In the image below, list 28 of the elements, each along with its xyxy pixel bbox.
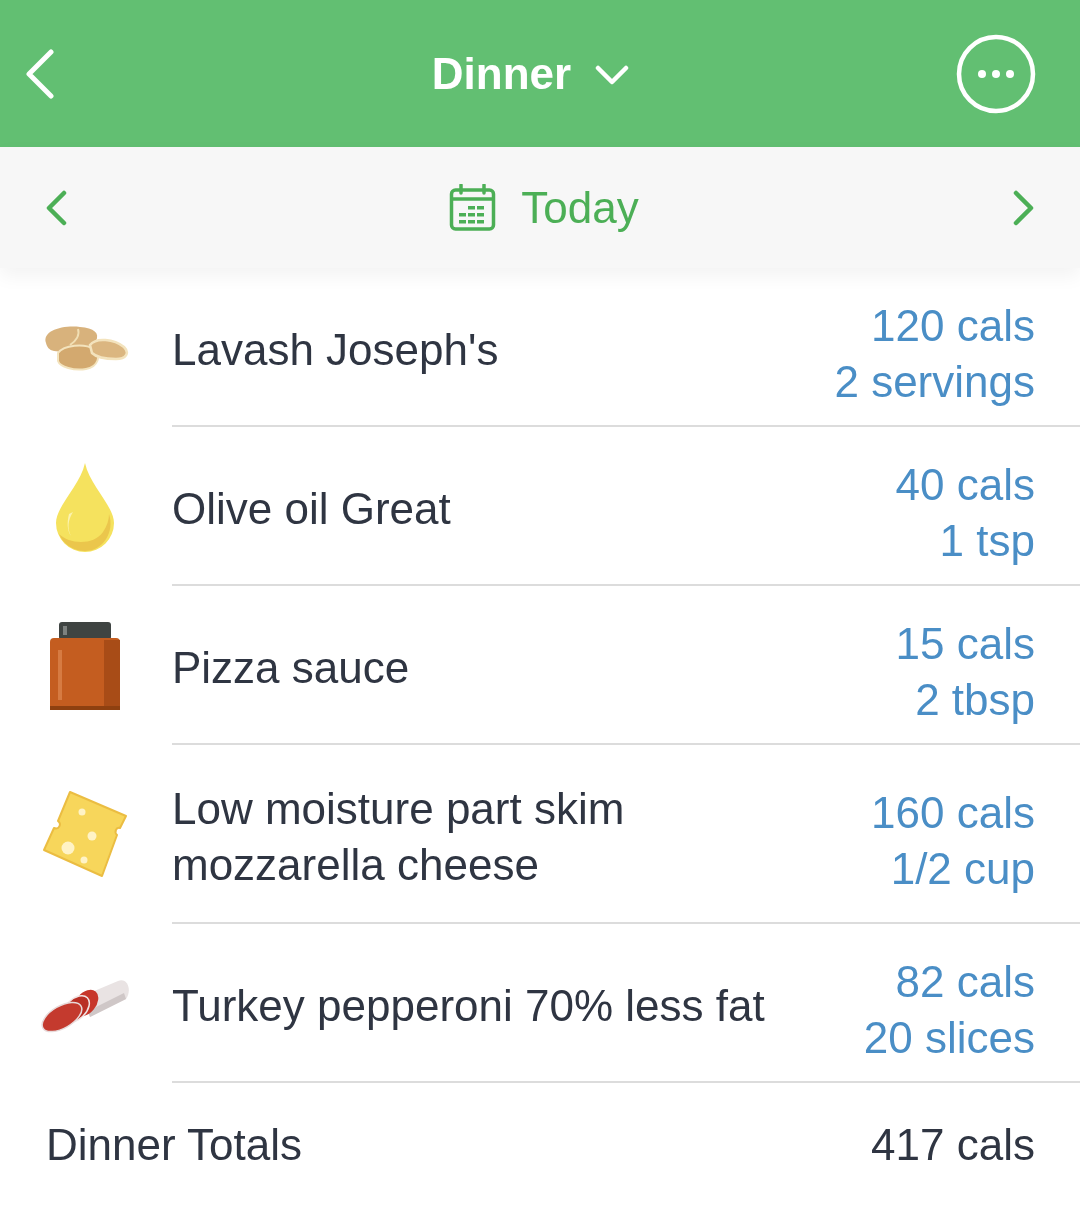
totals-label: Dinner Totals xyxy=(46,1119,302,1171)
serving-size: 2 servings xyxy=(834,356,1035,408)
serving-size: 20 slices xyxy=(863,1012,1035,1064)
food-name: Low moisture part skim mozzarella cheese xyxy=(172,783,626,891)
caret-down-icon xyxy=(595,64,630,85)
ellipsis-icon xyxy=(956,33,1036,114)
calorie-count: 40 cals xyxy=(895,459,1035,511)
date-selector[interactable]: Today xyxy=(445,175,643,240)
meal-selector[interactable]: Dinner xyxy=(427,41,634,106)
calorie-count: 120 cals xyxy=(871,300,1035,352)
food-name: Pizza sauce xyxy=(172,642,410,694)
cheese-icon xyxy=(42,789,128,880)
serving-size: 2 tbsp xyxy=(915,674,1035,726)
chevron-left-icon xyxy=(25,48,55,99)
food-name: Lavash Joseph's xyxy=(172,324,499,376)
food-name: Turkey pepperoni 70% less fat xyxy=(172,980,765,1032)
chevron-right-icon xyxy=(1013,189,1035,226)
total-calories: 417 cals xyxy=(871,1119,1035,1171)
calorie-count: 15 cals xyxy=(895,618,1035,670)
calorie-count: 82 cals xyxy=(895,956,1035,1008)
oil-drop-icon xyxy=(55,461,115,552)
calorie-count: 160 cals xyxy=(871,787,1035,839)
serving-size: 1 tsp xyxy=(939,515,1035,567)
serving-size: 1/2 cup xyxy=(890,843,1035,895)
food-name: Olive oil Great xyxy=(172,483,451,535)
jar-icon xyxy=(50,621,120,710)
chevron-left-icon xyxy=(45,189,67,226)
calendar-icon xyxy=(449,184,497,231)
